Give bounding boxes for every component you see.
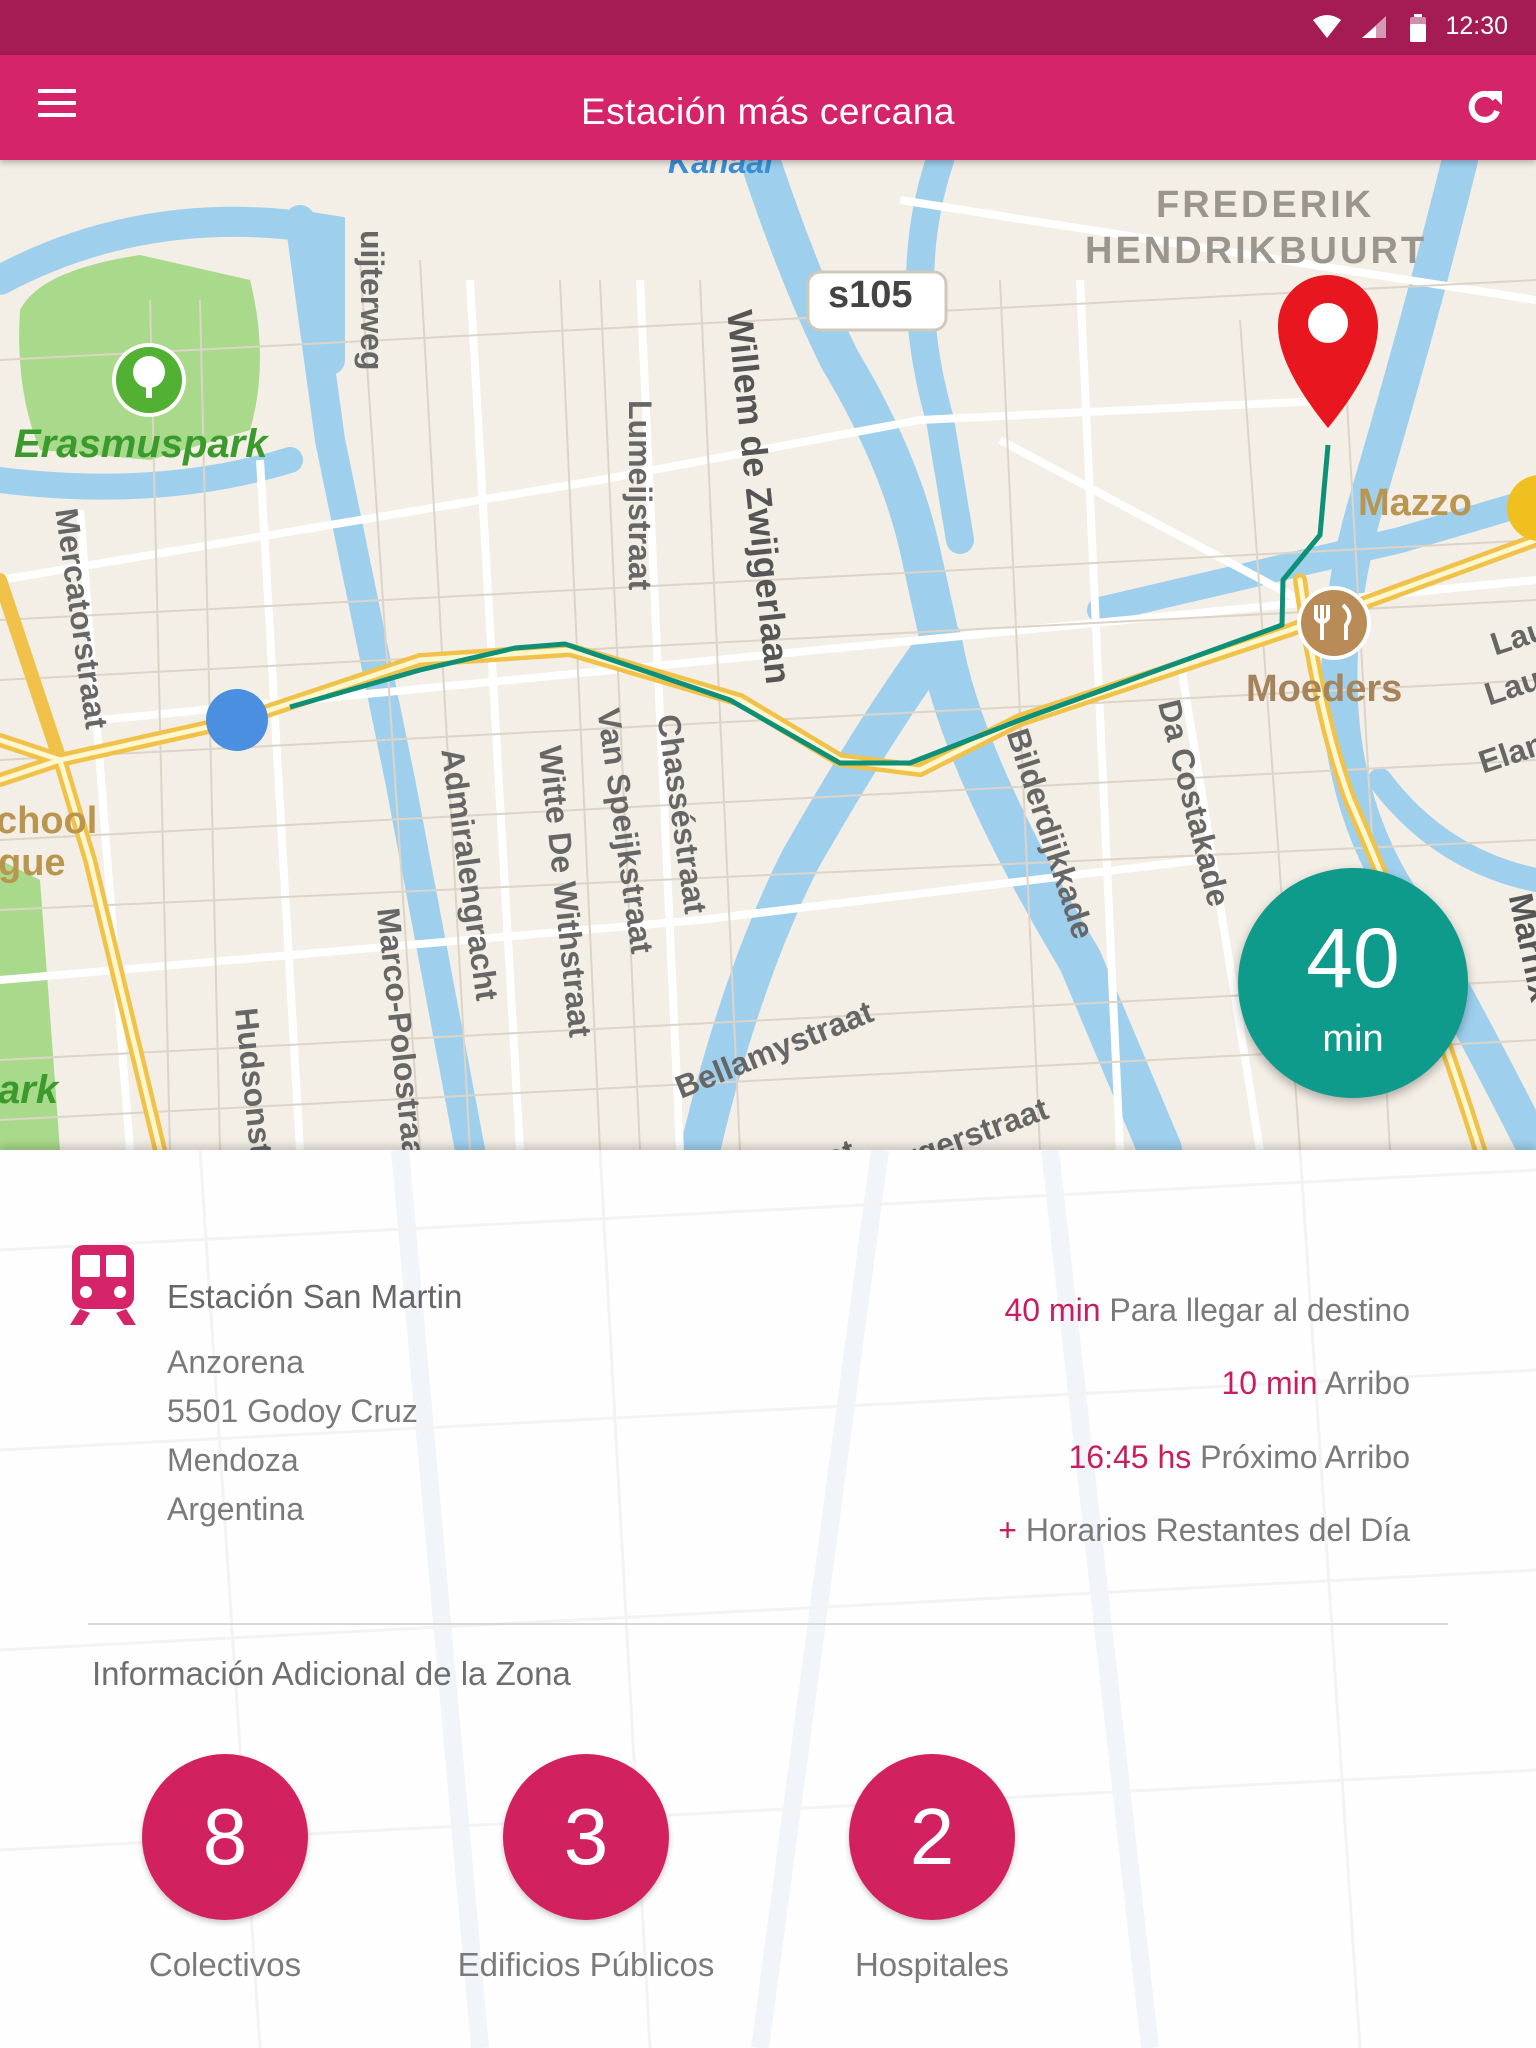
map-label-kanaal: Kanaal	[668, 160, 773, 180]
map-label-mazzo: Mazzo	[1358, 482, 1472, 524]
time-to-destination-value: 40 min	[1004, 1292, 1101, 1328]
stat-label: Colectivos	[148, 1946, 302, 1983]
plus-icon: +	[998, 1512, 1017, 1548]
refresh-button[interactable]	[1462, 85, 1506, 129]
current-location-dot	[206, 689, 268, 751]
map-label-uijterweg: uijterweg	[354, 230, 390, 371]
remaining-schedules-link[interactable]: + Horarios Restantes del Día	[998, 1512, 1410, 1549]
restaurant-icon	[1297, 586, 1371, 660]
map-label-lumeijstraat: Lumeijstraat	[622, 400, 658, 591]
divider	[88, 1623, 1448, 1625]
next-arrival-label: Próximo Arribo	[1200, 1439, 1410, 1475]
duration-value: 40	[1306, 911, 1400, 1005]
zone-info-title: Información Adicional de la Zona	[92, 1655, 571, 1692]
train-icon	[70, 1245, 136, 1325]
map-label-erasmuspark: Erasmuspark	[14, 422, 268, 466]
arrival-time-value: 10 min	[1221, 1365, 1318, 1401]
address-line: Mendoza	[167, 1442, 299, 1478]
stat-count: 8	[142, 1754, 308, 1920]
stat-hospitales[interactable]: 2 Hospitales	[802, 1754, 1062, 1984]
next-arrival: 16:45 hs Próximo Arribo	[1069, 1439, 1411, 1476]
next-arrival-value: 16:45 hs	[1068, 1439, 1192, 1475]
remaining-schedules-label: Horarios Restantes del Día	[1025, 1512, 1410, 1548]
map-label-gue: gue	[0, 842, 66, 884]
stat-edificios-publicos[interactable]: 3 Edificios Públicos	[456, 1754, 716, 1984]
signal-icon	[1362, 16, 1386, 38]
park-icon	[112, 343, 186, 417]
address-line: Argentina	[167, 1491, 304, 1527]
arrival-time-label: Arribo	[1324, 1365, 1410, 1401]
station-name: Estación San Martin	[167, 1278, 463, 1315]
page-title: Estación más cercana	[580, 91, 955, 132]
stat-count: 2	[849, 1754, 1015, 1920]
map-label-moeders: Moeders	[1246, 668, 1403, 710]
status-bar: 12:30	[0, 0, 1536, 55]
wifi-icon	[1313, 15, 1341, 38]
map-label-ark: ark	[0, 1068, 59, 1112]
stat-colectivos[interactable]: 8 Colectivos	[95, 1754, 355, 1984]
map-label-hendrikbuurt: HENDRIKBUURT	[1085, 230, 1428, 272]
map-label-s105: s105	[828, 274, 913, 316]
stat-label: Hospitales	[854, 1946, 1010, 1983]
stat-count: 3	[503, 1754, 669, 1920]
status-time: 12:30	[1445, 12, 1508, 40]
time-to-destination: 40 min Para llegar al destino	[1004, 1292, 1410, 1329]
stat-label: Edificios Públicos	[457, 1946, 715, 1983]
address-line: Anzorena	[167, 1344, 304, 1380]
duration-badge: 40 min	[1238, 868, 1468, 1098]
map-label-frederik: FREDERIK	[1156, 184, 1375, 226]
duration-unit: min	[1322, 1018, 1384, 1060]
time-to-destination-label: Para llegar al destino	[1109, 1292, 1410, 1328]
station-info-panel: Estación San Martin Anzorena 5501 Godoy …	[0, 1150, 1536, 2048]
arrival-time: 10 min Arribo	[1221, 1365, 1410, 1402]
address-line: 5501 Godoy Cruz	[167, 1393, 418, 1429]
refresh-icon	[1468, 90, 1502, 123]
battery-icon	[1410, 14, 1426, 42]
app-bar: Estación más cercana	[0, 55, 1536, 160]
map-label-school: chool	[0, 800, 98, 842]
